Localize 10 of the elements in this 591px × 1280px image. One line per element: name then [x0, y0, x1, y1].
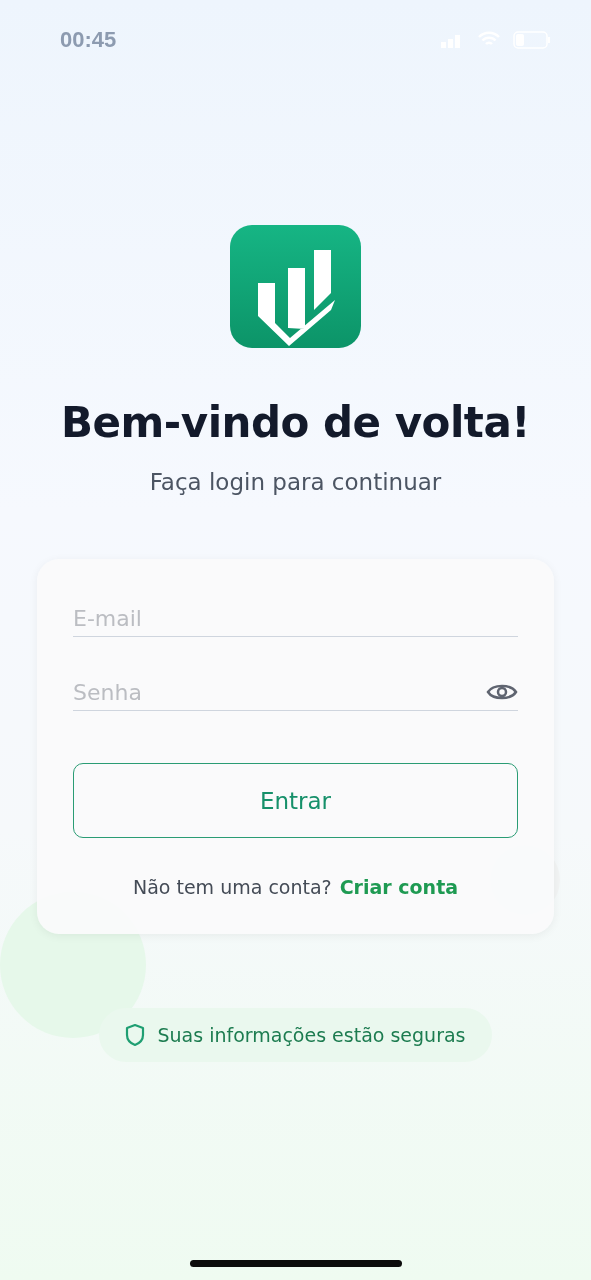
security-note: Suas informações estão seguras: [157, 1024, 466, 1046]
signup-prompt: Não tem uma conta?: [132, 876, 332, 898]
subtitle: Faça login para continuar: [149, 469, 442, 495]
password-field[interactable]: Senha: [73, 677, 518, 711]
welcome-title: Bem-vindo de volta!: [61, 398, 530, 447]
signup-link[interactable]: Criar conta: [339, 876, 459, 898]
login-button[interactable]: Entrar: [73, 763, 518, 838]
clock-time: 00:45: [60, 27, 117, 53]
email-field[interactable]: E-mail: [73, 603, 518, 637]
shield-icon: [125, 1023, 146, 1047]
